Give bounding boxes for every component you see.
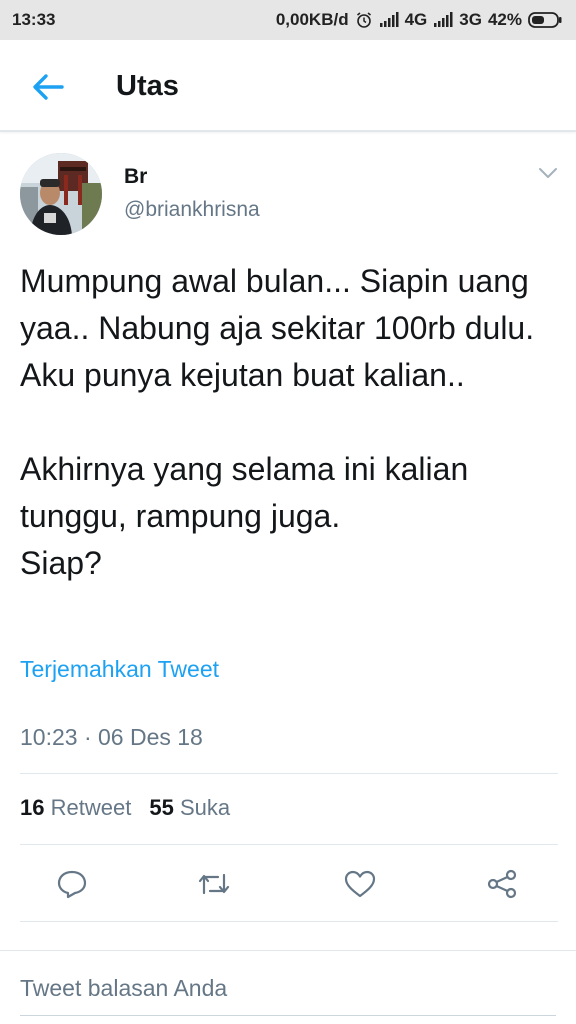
- like-label: Suka: [179, 795, 231, 820]
- reply-bar: Tweet balasan Anda: [0, 950, 576, 1024]
- reply-button[interactable]: [54, 868, 90, 900]
- tweet-text: Mumpung awal bulan... Siapin uang yaa.. …: [20, 263, 535, 581]
- status-bar: 13:33 0,00KB/d 4G 3G 42%: [0, 0, 576, 40]
- author-handle[interactable]: @briankhrisna: [124, 198, 260, 222]
- status-indicators: 0,00KB/d 4G 3G 42%: [276, 10, 562, 30]
- like-count: 55: [149, 795, 174, 820]
- status-time: 13:33: [12, 10, 56, 29]
- divider: [20, 921, 558, 922]
- retweet-icon: [198, 873, 230, 895]
- app-bar: Utas: [0, 40, 576, 132]
- translate-tweet-link[interactable]: Terjemahkan Tweet: [20, 656, 219, 683]
- retweet-stat[interactable]: 16 Retweet: [20, 795, 131, 821]
- signal-icon: [433, 12, 453, 28]
- divider: [20, 844, 558, 845]
- signal-icon: [379, 12, 399, 28]
- back-button[interactable]: [30, 72, 66, 102]
- chevron-down-icon[interactable]: [536, 164, 560, 182]
- retweet-count: 16: [20, 795, 45, 820]
- avatar[interactable]: [20, 153, 102, 235]
- next-reply-peek: [120, 936, 380, 948]
- tweet-timestamp: 10:23 · 06 Des 18: [20, 724, 203, 750]
- share-button[interactable]: [484, 868, 520, 900]
- battery-percent: 42%: [487, 10, 522, 29]
- retweet-button[interactable]: [196, 868, 232, 900]
- share-icon: [487, 869, 517, 899]
- retweet-label: Retweet: [50, 795, 132, 820]
- tweet-stats: 16 Retweet 55 Suka: [20, 795, 230, 821]
- author-name[interactable]: Br: [124, 165, 147, 189]
- heart-icon: [344, 870, 376, 898]
- divider: [20, 773, 558, 774]
- reply-icon: [57, 870, 87, 899]
- action-bar: [0, 860, 576, 908]
- data-speed: 0,00KB/d: [275, 10, 349, 29]
- page-title: Utas: [116, 70, 179, 102]
- next-reply-fragment: [120, 944, 380, 948]
- like-button[interactable]: [342, 868, 378, 900]
- network-4g: 4G: [404, 10, 428, 29]
- arrow-left-icon: [33, 74, 64, 100]
- battery-icon: [528, 11, 562, 29]
- reply-input[interactable]: Tweet balasan Anda: [20, 975, 227, 1002]
- like-stat[interactable]: 55 Suka: [149, 795, 230, 821]
- network-3g: 3G: [459, 10, 482, 29]
- reply-input-underline: [20, 1015, 556, 1016]
- alarm-icon: [355, 11, 373, 29]
